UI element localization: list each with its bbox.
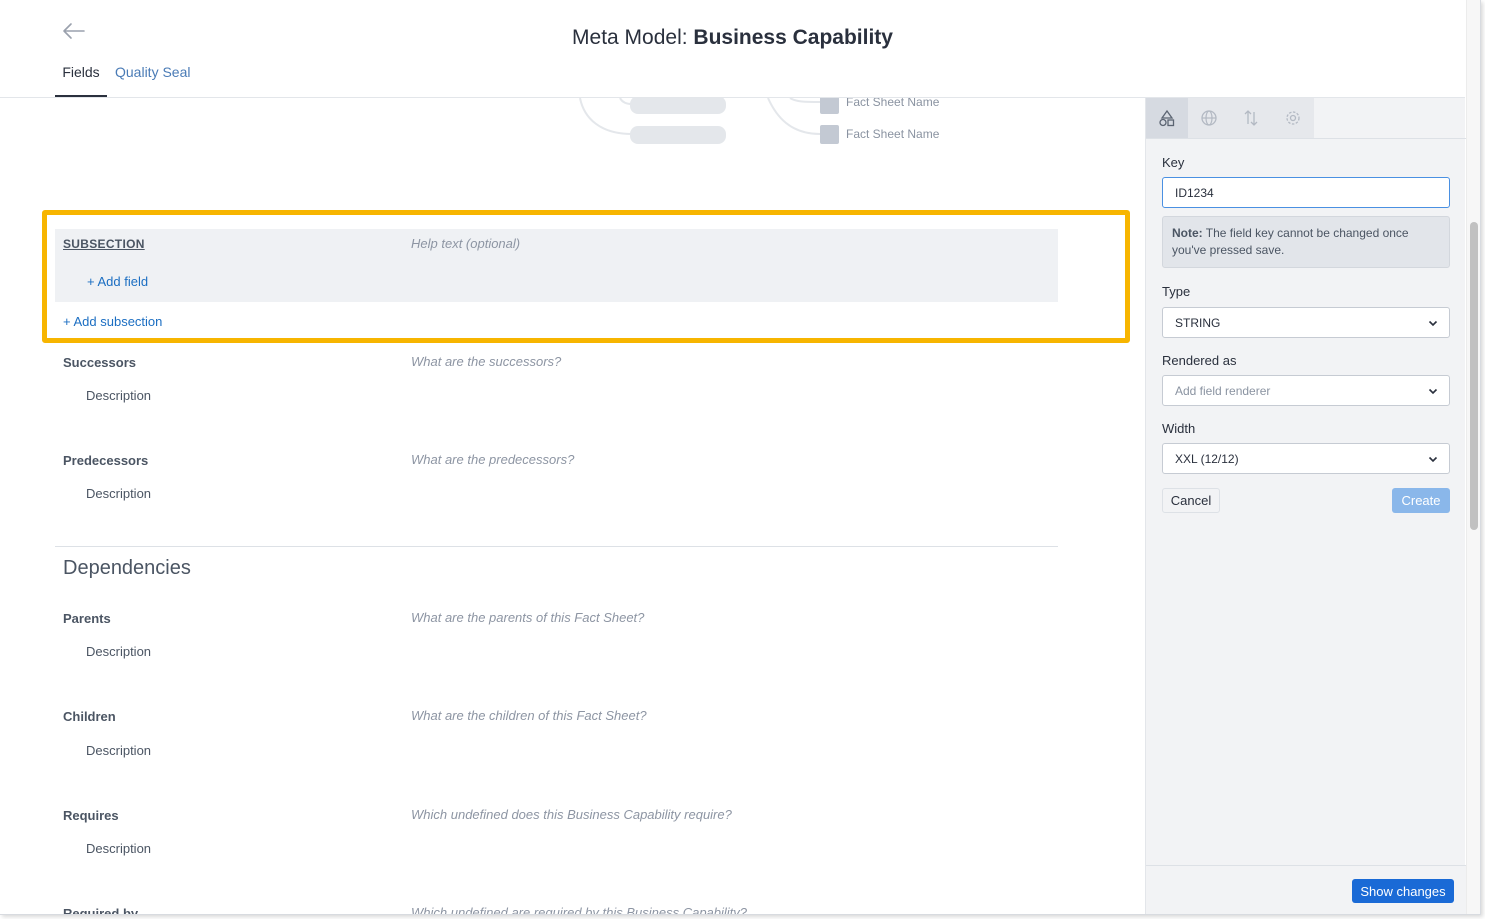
page-scrollbar[interactable] (1466, 0, 1480, 914)
rendered-as-label: Rendered as (1162, 353, 1237, 368)
type-select-value: STRING (1175, 315, 1221, 330)
field-description[interactable]: Description (86, 841, 151, 856)
fact-sheet-label: Fact Sheet Name (846, 98, 940, 109)
shapes-icon[interactable] (1146, 98, 1188, 138)
fact-sheet-icon (820, 98, 839, 114)
field-help-text: Which undefined are required by this Bus… (411, 905, 748, 915)
highlight-outline (42, 210, 1130, 343)
field-parents[interactable]: Parents (63, 611, 111, 626)
width-select-value: XXL (12/12) (1175, 451, 1239, 466)
chevron-down-icon (1428, 456, 1438, 463)
chevron-down-icon (1428, 320, 1438, 327)
rendered-as-placeholder: Add field renderer (1175, 383, 1271, 398)
key-note: Note: The field key cannot be changed on… (1162, 216, 1450, 268)
create-button[interactable]: Create (1392, 488, 1450, 513)
key-input-value: ID1234 (1175, 185, 1214, 200)
scrollbar-thumb[interactable] (1470, 222, 1478, 530)
type-select[interactable]: STRING (1162, 307, 1450, 338)
rendered-as-select[interactable]: Add field renderer (1162, 375, 1450, 406)
page-title: Meta Model: Business Capability (0, 26, 1465, 50)
page-title-entity: Business Capability (693, 26, 893, 49)
diagram-placeholder-pill (630, 98, 726, 114)
panel-footer: Show changes (1146, 865, 1466, 914)
field-children[interactable]: Children (63, 709, 116, 724)
field-description[interactable]: Description (86, 743, 151, 758)
section-divider (55, 546, 1058, 547)
chevron-down-icon (1428, 388, 1438, 395)
show-changes-button[interactable]: Show changes (1352, 879, 1454, 903)
field-description[interactable]: Description (86, 388, 151, 403)
cancel-button[interactable]: Cancel (1162, 488, 1220, 513)
width-select[interactable]: XXL (12/12) (1162, 443, 1450, 474)
section-title-dependencies[interactable]: Dependencies (63, 557, 191, 580)
field-properties-panel: Key ID1234 Note: The field key cannot be… (1145, 98, 1466, 914)
field-predecessors[interactable]: Predecessors (63, 453, 148, 468)
field-help-text: What are the children of this Fact Sheet… (411, 708, 647, 723)
field-description[interactable]: Description (86, 644, 151, 659)
key-label: Key (1162, 155, 1185, 170)
globe-icon[interactable] (1188, 98, 1230, 138)
width-label: Width (1162, 421, 1196, 436)
fact-sheet-label: Fact Sheet Name (846, 127, 940, 141)
panel-tabs (1146, 98, 1466, 139)
type-label: Type (1162, 284, 1191, 299)
fact-sheet-icon (820, 125, 839, 144)
field-successors[interactable]: Successors (63, 355, 136, 370)
app-window: Meta Model: Business Capability Fields Q… (0, 0, 1481, 915)
field-required-by[interactable]: Required by (63, 906, 138, 914)
field-help-text: What are the successors? (411, 354, 562, 369)
tab-fields[interactable]: Fields (55, 64, 107, 97)
note-bold: Note: (1172, 226, 1203, 240)
gear-icon[interactable] (1272, 98, 1314, 138)
field-requires[interactable]: Requires (63, 808, 119, 823)
note-text: The field key cannot be changed once you… (1172, 226, 1409, 257)
fields-editor: Fact Sheet Name Fact Sheet Name SUBSECTI… (0, 98, 1145, 915)
diagram-placeholder-pill (630, 126, 726, 144)
page-header: Meta Model: Business Capability Fields Q… (0, 0, 1465, 98)
sort-icon[interactable] (1230, 98, 1272, 138)
field-help-text: Which undefined does this Business Capab… (411, 807, 732, 822)
field-description[interactable]: Description (86, 486, 151, 501)
key-input[interactable]: ID1234 (1162, 177, 1450, 208)
field-help-text: What are the predecessors? (411, 452, 575, 467)
page-title-prefix: Meta Model: (572, 26, 694, 49)
field-help-text: What are the parents of this Fact Sheet? (411, 610, 645, 625)
tab-quality-seal[interactable]: Quality Seal (115, 64, 190, 97)
